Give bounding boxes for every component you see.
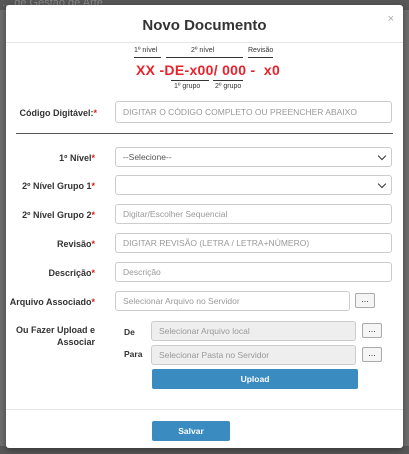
nivel1-selected: --Selecione-- (123, 152, 172, 162)
guide-label-level2: 2º nível (191, 47, 215, 54)
codigo-digitavel-label: Código Digitável:* (19, 108, 97, 118)
guide-line-level1 (134, 57, 161, 58)
section-divider (16, 133, 393, 134)
upload-para-input[interactable]: Selecionar Pasta no Servidor (151, 345, 356, 365)
nivel1-label: 1º Nível* (59, 153, 95, 163)
document-code-pattern: XX -DE-x00/ 000 - x0 (136, 62, 281, 78)
arquivo-associado-browse-button[interactable]: ... (355, 293, 375, 308)
arquivo-associado-input[interactable]: Selecionar Arquivo no Servidor (115, 291, 350, 311)
close-icon[interactable]: × (388, 13, 394, 25)
descricao-label: Descrição* (48, 268, 95, 278)
upload-para-browse-button[interactable]: ... (362, 347, 382, 362)
code-structure-guide: 1º nível 2º nível Revisão XX -DE-x00/ 00… (6, 45, 403, 95)
nivel2-grupo1-select[interactable] (115, 175, 392, 195)
nivel1-select[interactable]: --Selecione-- (115, 147, 392, 167)
revisao-input[interactable]: DIGITAR REVISÃO (LETRA / LETRA+NÚMERO) (115, 233, 392, 253)
save-button[interactable]: Salvar (152, 421, 230, 441)
modal-title: Novo Documento (142, 17, 267, 34)
new-document-modal: Novo Documento × 1º nível 2º nível Revis… (6, 5, 403, 448)
upload-de-input[interactable]: Selecionar Arquivo local (151, 321, 356, 341)
revisao-label: Revisão* (56, 239, 95, 249)
nivel2-grupo1-label: 2º Nível Grupo 1* (22, 181, 95, 191)
guide-label-level1: 1º nível (134, 47, 158, 54)
chevron-down-icon (377, 179, 387, 189)
guide-label-group2: 2º grupo (215, 83, 242, 90)
footer-divider (6, 409, 403, 410)
guide-line-level2 (166, 57, 243, 58)
upload-button[interactable]: Upload (152, 369, 358, 389)
upload-label-line1: Ou Fazer Upload e (15, 325, 95, 335)
upload-para-label: Para (124, 349, 143, 359)
guide-line-group2 (213, 80, 243, 81)
codigo-digitavel-input[interactable]: DIGITAR O CÓDIGO COMPLETO OU PREENCHER A… (115, 101, 392, 123)
guide-label-group1: 1º grupo (174, 83, 201, 90)
chevron-down-icon (377, 151, 387, 161)
guide-line-group1 (171, 80, 209, 81)
nivel2-grupo2-input[interactable]: Digitar/Escolher Sequencial (115, 204, 392, 224)
header-divider (6, 42, 403, 43)
upload-de-label: De (124, 327, 135, 337)
arquivo-associado-label: Arquivo Associado* (9, 297, 95, 307)
upload-label-line2: Associar (56, 337, 95, 347)
guide-line-revision (248, 57, 273, 58)
descricao-input[interactable]: Descrição (115, 262, 392, 282)
guide-label-revision: Revisão (248, 47, 274, 54)
upload-de-browse-button[interactable]: ... (362, 323, 382, 338)
nivel2-grupo2-label: 2º Nível Grupo 2* (22, 210, 95, 220)
